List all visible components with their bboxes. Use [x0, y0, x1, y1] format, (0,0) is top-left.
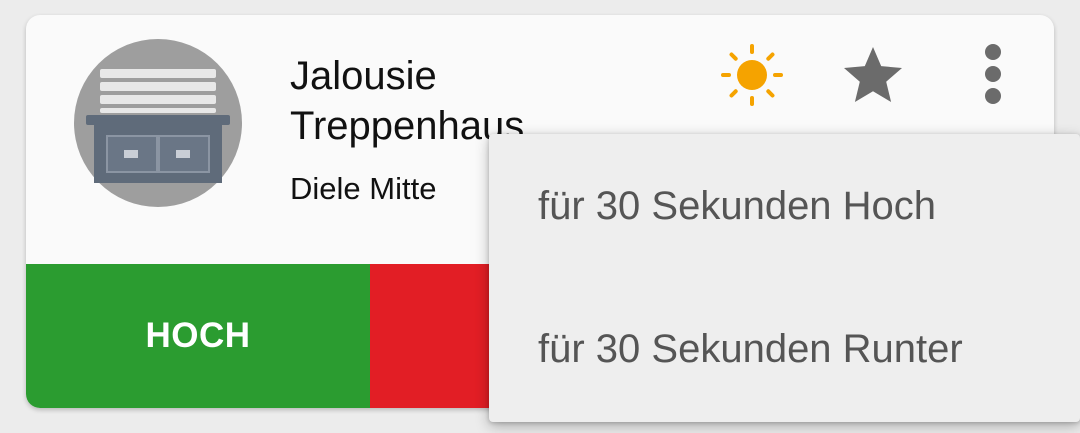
up-button[interactable]: HOCH — [26, 264, 370, 408]
device-room: Diele Mitte — [290, 171, 437, 206]
sun-icon[interactable] — [720, 43, 784, 107]
star-icon[interactable] — [841, 43, 905, 107]
blinds-icon — [74, 39, 242, 207]
menu-item-30s-up[interactable]: für 30 Sekunden Hoch — [538, 184, 936, 229]
more-vert-icon[interactable] — [961, 43, 1025, 107]
overflow-menu: für 30 Sekunden Hoch für 30 Sekunden Run… — [489, 134, 1080, 422]
menu-item-30s-down[interactable]: für 30 Sekunden Runter — [538, 327, 963, 372]
